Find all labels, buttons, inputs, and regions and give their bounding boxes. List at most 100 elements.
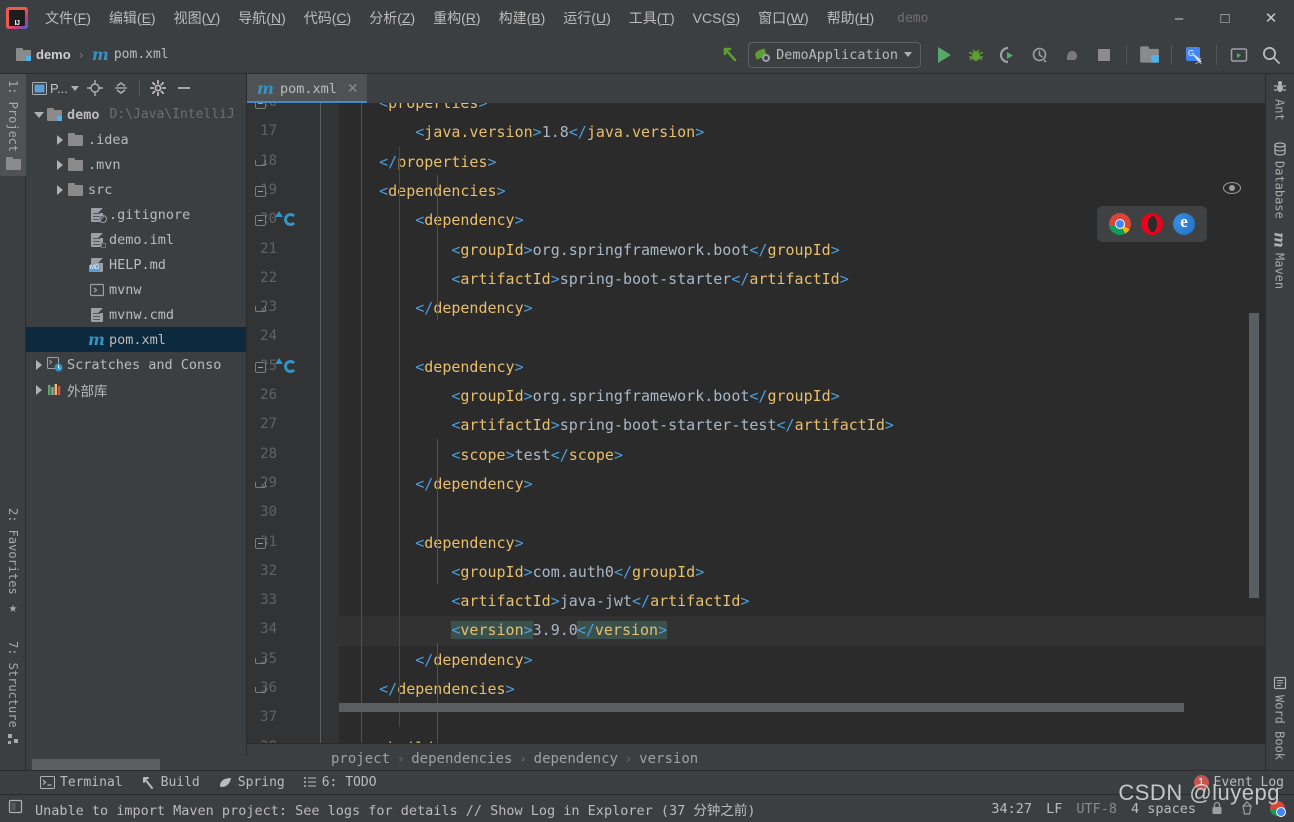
- menu-item-2[interactable]: 视图(V): [165, 4, 230, 32]
- sidebar-item-word-book[interactable]: Word Book: [1265, 670, 1294, 766]
- opera-icon[interactable]: [1141, 213, 1163, 235]
- fold-marker-18[interactable]: [255, 159, 266, 166]
- tree-item-mvnw-cmd[interactable]: mvnw.cmd: [26, 302, 246, 327]
- lock-icon[interactable]: [1210, 801, 1226, 817]
- code-line-28[interactable]: <scope>test</scope>: [339, 441, 1265, 470]
- maximize-button[interactable]: □: [1202, 0, 1248, 36]
- tree-item-src[interactable]: src: [26, 177, 246, 202]
- line-separator-widget[interactable]: LF: [1046, 801, 1062, 817]
- editor-vertical-scrollbar[interactable]: [1249, 313, 1259, 598]
- spring-bean-gutter-icon[interactable]: [275, 357, 300, 375]
- inspection-icon[interactable]: [1240, 800, 1256, 817]
- code-line-26[interactable]: <groupId>org.springframework.boot</group…: [339, 382, 1265, 411]
- breadcrumb-item-dependency[interactable]: dependency: [534, 751, 618, 767]
- code-line-18[interactable]: </properties>: [339, 148, 1265, 177]
- sidebar-item-ant[interactable]: Ant: [1265, 74, 1294, 127]
- project-view-selector[interactable]: P...: [30, 81, 81, 96]
- menu-item-0[interactable]: 文件(F): [36, 4, 100, 32]
- breadcrumb-item-dependencies[interactable]: dependencies: [411, 751, 512, 767]
- stop-button[interactable]: [1089, 41, 1119, 69]
- menu-item-1[interactable]: 编辑(E): [100, 4, 165, 32]
- code-line-33[interactable]: <artifactId>java-jwt</artifactId>: [339, 587, 1265, 616]
- breadcrumb-item-version[interactable]: version: [639, 751, 698, 767]
- code-line-23[interactable]: </dependency>: [339, 294, 1265, 323]
- chrome-icon[interactable]: [1109, 213, 1131, 235]
- close-icon[interactable]: ✕: [347, 80, 359, 97]
- memory-indicator-icon[interactable]: [8, 799, 23, 818]
- menu-item-3[interactable]: 导航(N): [229, 4, 294, 32]
- tab-pom-xml[interactable]: m pom.xml ✕: [247, 74, 367, 103]
- make-project-icon[interactable]: [716, 41, 746, 69]
- menu-item-12[interactable]: 帮助(H): [818, 4, 883, 32]
- tree-item-mvnw[interactable]: mvnw: [26, 277, 246, 302]
- fold-marker-19[interactable]: [255, 185, 266, 197]
- chevron-right-icon[interactable]: [32, 385, 46, 395]
- toolwindow-build[interactable]: Build: [141, 775, 200, 790]
- menu-item-5[interactable]: 分析(Z): [360, 4, 424, 32]
- chrome-status-icon[interactable]: [1270, 800, 1286, 817]
- menu-item-10[interactable]: VCS(S): [684, 6, 749, 30]
- settings-gear-icon[interactable]: [146, 77, 170, 99]
- locate-file-icon[interactable]: [83, 77, 107, 99]
- run-button[interactable]: [929, 41, 959, 69]
- code-line-34[interactable]: <version>3.9.0</version>: [339, 616, 1265, 646]
- tree-item-help-md[interactable]: MD HELP.md: [26, 252, 246, 277]
- fold-marker-20[interactable]: [255, 215, 266, 227]
- tree-item--[interactable]: 外部库: [26, 377, 246, 402]
- translate-icon[interactable]: G文: [1179, 41, 1209, 69]
- code-line-32[interactable]: <groupId>com.auth0</groupId>: [339, 558, 1265, 587]
- menu-item-11[interactable]: 窗口(W): [749, 4, 818, 32]
- code-line-24[interactable]: [339, 323, 1265, 352]
- sidebar-item-favorites[interactable]: 2: Favorites ★: [0, 502, 26, 622]
- fold-marker-31[interactable]: [255, 537, 266, 549]
- profile-button[interactable]: [1025, 41, 1055, 69]
- fold-marker-29[interactable]: [255, 481, 266, 488]
- hide-panel-icon[interactable]: [172, 77, 196, 99]
- attach-process-button[interactable]: [1057, 41, 1087, 69]
- menu-item-9[interactable]: 工具(T): [620, 4, 684, 32]
- code-line-16[interactable]: <properties>: [339, 103, 1265, 118]
- tree-item-demo-iml[interactable]: demo.iml: [26, 227, 246, 252]
- code-line-29[interactable]: </dependency>: [339, 470, 1265, 499]
- collapse-all-icon[interactable]: [109, 77, 133, 99]
- menu-item-6[interactable]: 重构(R): [424, 4, 489, 32]
- fold-marker-35[interactable]: [255, 657, 266, 664]
- toolwindow-spring[interactable]: Spring: [218, 775, 285, 790]
- edge-icon[interactable]: [1173, 212, 1195, 235]
- toolwindow-todo[interactable]: 6: TODO: [303, 775, 377, 790]
- code-line-17[interactable]: <java.version>1.8</java.version>: [339, 118, 1265, 147]
- navbar-file[interactable]: pom.xml: [114, 47, 169, 62]
- code-line-35[interactable]: </dependency>: [339, 646, 1265, 675]
- sidebar-item-structure[interactable]: 7: Structure: [0, 635, 26, 752]
- chevron-down-icon[interactable]: [32, 112, 46, 118]
- indent-widget[interactable]: 4 spaces: [1131, 801, 1196, 817]
- fold-marker-16[interactable]: [255, 103, 266, 109]
- tree-item-pom-xml[interactable]: m pom.xml: [26, 327, 246, 352]
- chevron-right-icon[interactable]: [32, 360, 46, 370]
- fold-marker-36[interactable]: [255, 687, 266, 693]
- project-file-tree[interactable]: demo D:\Java\IntelliJ .idea .mvn src .gitigno…: [26, 102, 246, 750]
- menu-item-7[interactable]: 构建(B): [490, 4, 555, 32]
- code-content[interactable]: <properties> <java.version>1.8</java.ver…: [339, 103, 1265, 743]
- encoding-widget[interactable]: UTF-8: [1076, 801, 1117, 817]
- event-log-button[interactable]: 1 Event Log: [1193, 775, 1294, 790]
- code-line-38[interactable]: <build>: [339, 734, 1265, 743]
- editor-horizontal-scrollbar[interactable]: [339, 703, 1184, 712]
- sidebar-item-project[interactable]: 1: Project: [0, 74, 26, 177]
- code-editor[interactable]: 1617181920212223242526272829303132333435…: [247, 103, 1265, 743]
- fold-marker-23[interactable]: [255, 306, 266, 313]
- debug-button[interactable]: [961, 41, 991, 69]
- breadcrumb-item-project[interactable]: project: [331, 751, 390, 767]
- code-line-19[interactable]: <dependencies>: [339, 177, 1265, 206]
- open-window-icon[interactable]: [1224, 41, 1254, 69]
- sidebar-item-maven[interactable]: m Maven: [1265, 226, 1294, 295]
- menu-item-8[interactable]: 运行(U): [554, 4, 619, 32]
- code-line-22[interactable]: <artifactId>spring-boot-starter</artifac…: [339, 265, 1265, 294]
- tree-item--gitignore[interactable]: .gitignore: [26, 202, 246, 227]
- eye-icon[interactable]: [1223, 179, 1241, 197]
- chevron-right-icon[interactable]: [53, 185, 67, 195]
- chevron-right-icon[interactable]: [53, 160, 67, 170]
- tree-item--idea[interactable]: .idea: [26, 127, 246, 152]
- tree-item--mvn[interactable]: .mvn: [26, 152, 246, 177]
- close-button[interactable]: ✕: [1248, 0, 1294, 36]
